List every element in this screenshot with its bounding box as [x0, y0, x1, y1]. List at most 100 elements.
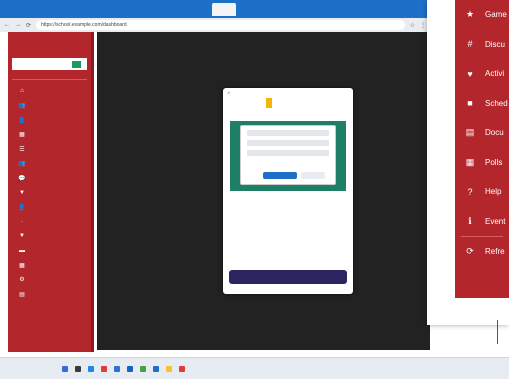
menu-item-label: Refre — [485, 247, 505, 257]
folder-icon: ■ — [467, 98, 473, 109]
taskbar-app-icon[interactable] — [166, 365, 172, 372]
hashtag-icon: # — [467, 39, 473, 50]
sidebar-menu: ⌂ 👥 👤 ▦ ☰ 👥 💬 ▼ 👤 · ▼ ▬ ▦ ⚙ ▤ — [8, 84, 91, 302]
menu-item-label: Help — [485, 187, 502, 197]
browser-tab-active[interactable] — [212, 2, 236, 16]
menu-item-label: Event — [485, 216, 506, 226]
taskbar — [0, 357, 509, 379]
dropdown-panel: ★ Game # Discu ♥ Activi ■ Sched ▤ Docu ▦ Polls? Help… — [455, 0, 509, 298]
sidebar-item[interactable]: 👤 — [8, 113, 91, 128]
status-badge — [72, 60, 81, 68]
taskbar-app-icon[interactable] — [140, 365, 146, 372]
menu-item-game[interactable]: ★ Game — [455, 0, 509, 30]
taskbar-app-icon[interactable] — [75, 365, 81, 372]
taskbar-app-icon[interactable] — [127, 365, 133, 372]
taskbar-app-icon[interactable] — [88, 365, 94, 372]
browser-tab[interactable] — [186, 3, 210, 16]
menu-item-event[interactable]: ℹ Event — [455, 207, 509, 237]
sidebar-item[interactable]: ⚙ — [8, 273, 91, 288]
browser-tab[interactable] — [238, 3, 262, 16]
sidebar-item[interactable]: ▼ — [8, 186, 91, 201]
star-icon: ★ — [465, 9, 475, 20]
browser-tab[interactable] — [108, 3, 132, 16]
status-strip — [97, 350, 497, 356]
poll-icon: ▦ — [465, 156, 475, 167]
taskbar-app-icon[interactable] — [101, 365, 107, 372]
browser-tab[interactable] — [4, 3, 28, 16]
preview-primary-button — [263, 172, 297, 179]
taskbar-app-icon[interactable] — [153, 365, 159, 372]
taskbar-app-icon[interactable] — [62, 365, 68, 372]
browser-tab[interactable] — [134, 3, 158, 16]
preview-secondary-button — [301, 172, 325, 179]
sidebar-item[interactable]: 👥 — [8, 157, 91, 172]
sidebar-item[interactable]: ▤ — [8, 287, 91, 302]
browser-tab[interactable] — [30, 3, 54, 16]
preview-row — [247, 140, 329, 146]
sidebar-item[interactable]: ⌂ — [8, 84, 91, 99]
menu-item-label: Polls — [485, 157, 503, 167]
sidebar-item[interactable]: 👥 — [8, 99, 91, 114]
menu-item-discu[interactable]: # Discu — [455, 30, 509, 60]
back-icon[interactable]: ← — [4, 22, 10, 28]
star-icon[interactable]: ☆ — [410, 22, 415, 29]
preview-row — [247, 130, 329, 136]
person-icon: 👤 — [18, 117, 26, 124]
sidebar-item[interactable]: 💬 — [8, 171, 91, 186]
menu-item-help[interactable]: ? Help — [455, 177, 509, 207]
menu-icon[interactable]: ⋮ — [420, 22, 426, 29]
sidebar-context-box[interactable] — [12, 58, 87, 70]
sidebar-item[interactable]: ▬ — [8, 244, 91, 259]
filter-icon: ▼ — [19, 189, 25, 196]
scrollbar[interactable] — [497, 320, 502, 344]
sidebar-item[interactable]: · — [8, 215, 91, 230]
preview-row — [247, 150, 329, 156]
close-icon[interactable]: × — [227, 91, 231, 97]
browser-tab[interactable] — [264, 3, 288, 16]
menu-item-polls[interactable]: ▦ Polls — [455, 148, 509, 178]
sidebar-header — [8, 32, 91, 58]
menu-item-label: Sched — [485, 98, 508, 108]
taskbar-icons — [62, 365, 185, 372]
modal-logo — [266, 96, 314, 110]
modal-action-button[interactable] — [229, 270, 347, 284]
reload-icon[interactable]: ⟳ — [26, 22, 31, 29]
sidebar-subtitle — [12, 76, 87, 80]
grid-icon: ▦ — [19, 132, 25, 139]
menu-item-label: Game — [485, 10, 507, 20]
menu-item-label: Activi — [485, 69, 505, 79]
menu-item-docu[interactable]: ▤ Docu — [455, 118, 509, 148]
browser-tab[interactable] — [160, 3, 184, 16]
sidebar-item[interactable]: ▦ — [8, 128, 91, 143]
settings-icon: ⚙ — [19, 277, 25, 284]
sidebar-item[interactable]: 👤 — [8, 200, 91, 215]
heart-icon: ♥ — [467, 68, 473, 79]
sidebar-item[interactable]: ▼ — [8, 229, 91, 244]
filter-icon: ▼ — [19, 233, 25, 240]
user-icon: 👤 — [18, 204, 26, 211]
taskbar-app-icon[interactable] — [114, 365, 120, 372]
document-icon: ▤ — [465, 127, 475, 138]
menu-item-sched[interactable]: ■ Sched — [455, 89, 509, 119]
menu-item-activi[interactable]: ♥ Activi — [455, 59, 509, 89]
browser-tab-strip — [0, 0, 430, 18]
more-menu-dropdown: ★ Game # Discu ♥ Activi ■ Sched ▤ Docu ▦ Polls? Help… — [427, 0, 509, 325]
taskbar-app-icon[interactable] — [179, 365, 185, 372]
preview-card — [240, 125, 336, 185]
sidebar-item[interactable]: ☰ — [8, 142, 91, 157]
forward-icon[interactable]: → — [15, 22, 21, 28]
url-input[interactable]: https://school.example.com/dashboard — [36, 20, 405, 30]
refresh-icon: ⟳ — [466, 246, 474, 257]
group-icon: 👥 — [18, 161, 26, 168]
browser-tab[interactable] — [56, 3, 80, 16]
help-icon: ? — [467, 186, 473, 197]
sidebar-item[interactable]: ▦ — [8, 258, 91, 273]
menu-item-refre[interactable]: ⟳ Refre — [455, 237, 509, 267]
folder-icon: ▬ — [19, 247, 25, 254]
doc-icon: ▤ — [19, 291, 25, 298]
list-icon: ☰ — [19, 146, 25, 153]
browser-tab[interactable] — [82, 3, 106, 16]
menu-item-label: Discu — [485, 39, 506, 49]
modal-preview-image — [230, 121, 346, 191]
info-icon: ℹ — [468, 215, 472, 226]
